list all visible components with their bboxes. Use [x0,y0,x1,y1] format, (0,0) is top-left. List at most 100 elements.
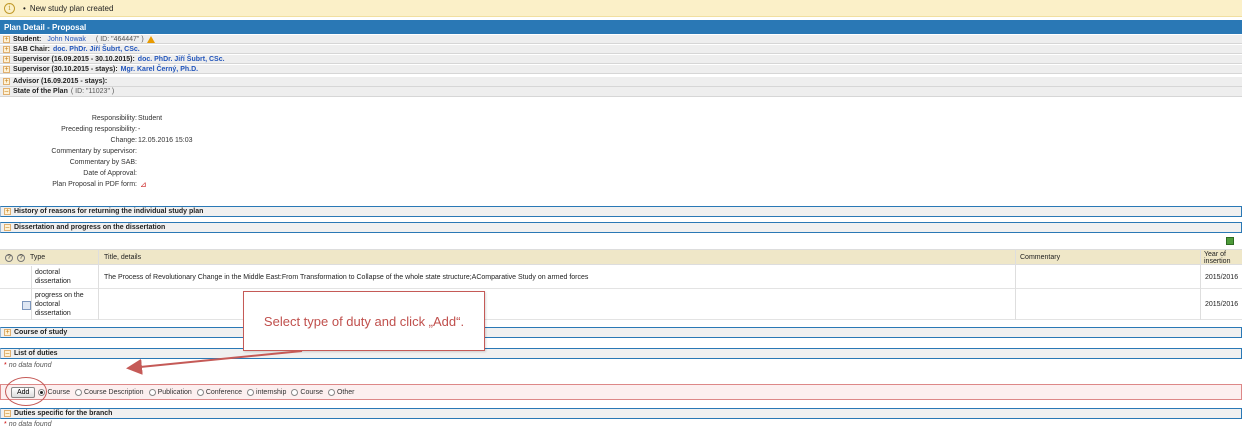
state-row-label: Preceding responsibility: [61,126,137,133]
radio-icon[interactable] [196,388,204,396]
grid-header: ? ? Type Title, details Commentary Year … [0,249,1242,265]
info-icon: i [4,2,15,14]
radio-conference[interactable]: Conference [196,388,243,396]
radio-icon[interactable] [247,388,255,396]
panel-title-text: Plan Detail - Proposal [4,22,87,32]
document-icon[interactable] [22,301,31,310]
radio-icon[interactable] [327,388,335,396]
section-supervisor-2[interactable]: + Supervisor (30.10.2015 - stays): Mgr. … [0,65,1242,74]
state-row: Commentary by supervisor: [0,148,600,157]
radio-publication[interactable]: Publication [148,388,192,396]
section-state-of-plan[interactable]: – State of the Plan ( ID: "11023" ) [0,87,1242,97]
supervisor-1-label: Supervisor (16.09.2015 - 30.10.2015): [13,55,135,63]
notice-text: New study plan created [29,3,114,13]
radio-course-2[interactable]: Course [291,388,323,396]
cell-year: 2015/2016 [1205,301,1239,308]
state-row-value [137,148,138,157]
col-type[interactable]: Type [30,254,45,261]
expand-toggle-icon[interactable]: + [3,65,10,73]
section-dissertation[interactable]: – Dissertation and progress on the disse… [0,222,1242,233]
supervisor-2-link[interactable]: Mgr. Karel Černý, Ph.D. [121,66,198,73]
state-row-label: Commentary by supervisor: [51,148,137,155]
state-row-value: Student [138,115,163,122]
col-title[interactable]: Title, details [104,254,141,261]
no-data-text: no data found [8,362,52,369]
supervisor-2-label: Supervisor (30.10.2015 - stays): [13,65,118,73]
pdf-icon[interactable]: ⊿ [140,181,149,189]
sab-chair-link[interactable]: doc. PhDr. Jiří Šubrt, CSc. [53,46,140,53]
radio-label: Course [47,388,71,396]
radio-label: Other [336,388,355,396]
collapse-toggle-icon[interactable]: – [4,224,11,231]
state-row-label: Date of Approval: [83,170,137,177]
sab-chair-label: SAB Chair: [13,45,50,53]
grid-divider [98,249,99,320]
section-sab-chair[interactable]: + SAB Chair: doc. PhDr. Jiří Šubrt, CSc. [0,45,1242,54]
radio-icon[interactable] [75,388,83,396]
student-name-link[interactable]: John Nowak [47,36,86,43]
expand-toggle-icon[interactable]: + [3,35,10,43]
student-id: ( ID: "464447" ) [95,35,144,43]
cell-type: progress on the doctoral dissertation [35,292,84,317]
section-student[interactable]: + Student: John Nowak ( ID: "464447" ) [0,35,1242,44]
state-row-label: Change: [110,137,137,144]
grid-divider [31,266,32,320]
section-supervisor-1[interactable]: + Supervisor (16.09.2015 - 30.10.2015): … [0,55,1242,64]
section-history[interactable]: + History of reasons for returning the i… [0,206,1242,217]
dissertation-label: Dissertation and progress on the dissert… [14,224,166,231]
state-row: Plan Proposal in PDF form: ⊿ [0,181,600,190]
radio-course-description[interactable]: Course Description [75,388,144,396]
no-data-message: * no data found [4,362,52,369]
table-row[interactable]: progress on the doctoral dissertation 20… [0,290,1242,320]
expand-toggle-icon[interactable]: + [4,329,11,336]
advisor-label: Advisor (16.09.2015 - stays): [13,78,108,85]
section-advisor[interactable]: + Advisor (16.09.2015 - stays): [0,77,1242,87]
state-row: Responsibility: Student [0,115,600,124]
add-duty-bar: Add Course Course Description Publicatio… [0,384,1242,400]
cell-year: 2015/2016 [1205,274,1239,281]
collapse-toggle-icon[interactable]: – [4,350,11,357]
expand-toggle-icon[interactable]: + [3,45,10,53]
grid-divider [1015,249,1016,320]
list-of-duties-label: List of duties [14,350,58,357]
state-row-value: - [138,126,141,133]
expand-toggle-icon[interactable]: + [3,55,10,63]
col-commentary[interactable]: Commentary [1020,254,1060,261]
highlight-circle [5,377,47,406]
state-id: ( ID: "11023" ) [70,88,115,95]
panel-title: Plan Detail - Proposal [0,20,1242,34]
section-list-of-duties[interactable]: – List of duties [0,348,1242,359]
state-row: Preceding responsibility: - [0,126,600,135]
section-course-of-study[interactable]: + Course of study [0,327,1242,338]
supervisor-1-link[interactable]: doc. PhDr. Jiří Šubrt, CSc. [138,56,225,63]
state-row-value: ⊿ [137,181,149,190]
no-data-text: no data found [8,421,52,427]
state-row: Commentary by SAB: [0,159,600,168]
notice-bar: i • New study plan created [0,0,1242,17]
branch-duties-label: Duties specific for the branch [14,410,113,417]
expand-toggle-icon[interactable]: + [3,78,10,85]
state-label: State of the Plan [13,88,68,95]
expand-toggle-icon[interactable]: + [4,208,11,215]
collapse-toggle-icon[interactable]: – [4,410,11,417]
state-row-label: Plan Proposal in PDF form: [52,181,137,188]
radio-label: internship [256,388,287,396]
history-label: History of reasons for returning the ind… [14,208,204,215]
section-branch-duties[interactable]: – Duties specific for the branch [0,408,1242,419]
radio-label: Conference [205,388,243,396]
radio-icon[interactable] [291,388,299,396]
callout-tooltip: Select type of duty and click „Add“. [243,291,485,351]
radio-other[interactable]: Other [327,388,355,396]
excel-icon[interactable] [1226,237,1234,245]
help-icon[interactable]: ? [5,254,15,262]
radio-internship[interactable]: internship [247,388,287,396]
state-row-value [137,170,138,179]
table-row[interactable]: doctoral dissertation The Process of Rev… [0,266,1242,289]
cell-title: The Process of Revolutionary Change in t… [104,274,589,281]
collapse-toggle-icon[interactable]: – [3,88,10,95]
grid-divider [1200,249,1201,320]
col-year[interactable]: Year of insertion [1204,251,1242,265]
radio-icon[interactable] [148,388,156,396]
cell-type: doctoral dissertation [35,269,71,285]
help-icon[interactable]: ? [17,254,27,262]
